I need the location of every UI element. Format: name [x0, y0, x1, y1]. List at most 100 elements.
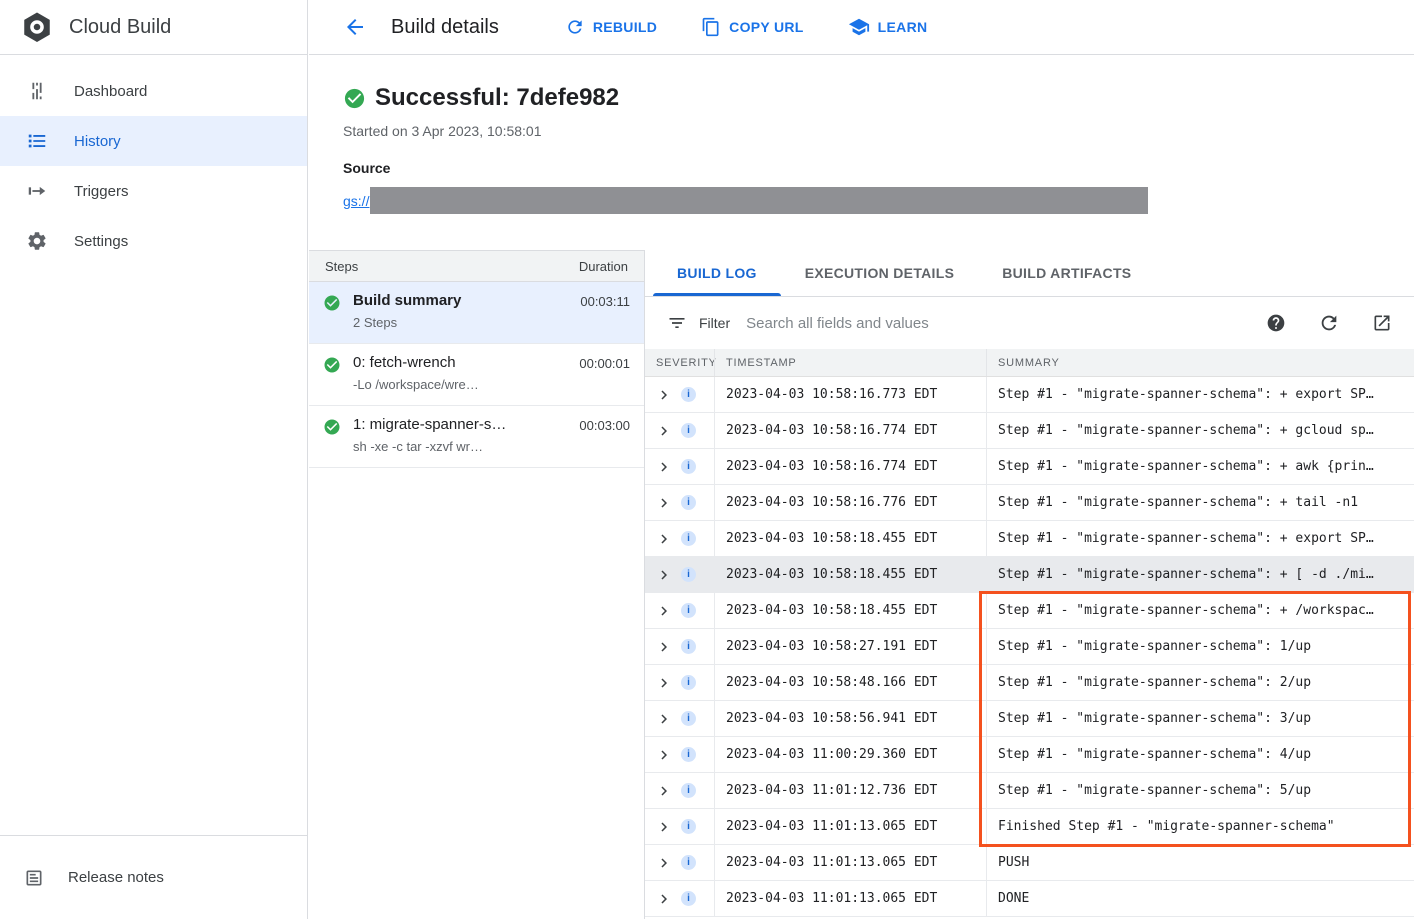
copy-url-button[interactable]: COPY URL — [701, 17, 804, 37]
info-severity-icon: i — [681, 495, 696, 510]
expand-chevron-icon[interactable] — [655, 674, 673, 692]
log-row[interactable]: i 2023-04-03 11:01:12.736 EDT Step #1 - … — [645, 773, 1414, 809]
log-timestamp: 2023-04-03 10:58:48.166 EDT — [714, 665, 986, 700]
log-row[interactable]: i 2023-04-03 11:01:13.065 EDT Finished S… — [645, 809, 1414, 845]
learn-label: LEARN — [878, 19, 928, 35]
log-summary: Step #1 - "migrate-spanner-schema": + ex… — [986, 521, 1414, 556]
open-in-new-button[interactable] — [1372, 313, 1392, 333]
log-row[interactable]: i 2023-04-03 10:58:56.941 EDT Step #1 - … — [645, 701, 1414, 737]
expand-chevron-icon[interactable] — [655, 386, 673, 404]
info-severity-icon: i — [681, 567, 696, 582]
log-timestamp: 2023-04-03 10:58:16.773 EDT — [714, 377, 986, 412]
sidebar-item-history[interactable]: History — [0, 116, 307, 166]
log-row[interactable]: i 2023-04-03 11:01:13.065 EDT PUSH — [645, 845, 1414, 881]
tab-build-log[interactable]: BUILD LOG — [653, 250, 781, 296]
sidebar-item-settings[interactable]: Settings — [0, 216, 307, 266]
page-title: Build details — [391, 16, 499, 39]
severity-column-header: SEVERITY — [645, 349, 714, 376]
expand-chevron-icon[interactable] — [655, 458, 673, 476]
expand-chevron-icon[interactable] — [655, 602, 673, 620]
log-timestamp: 2023-04-03 10:58:18.455 EDT — [714, 521, 986, 556]
expand-chevron-icon[interactable] — [655, 638, 673, 656]
log-table-header: SEVERITY TIMESTAMP SUMMARY — [645, 349, 1414, 377]
info-severity-icon: i — [681, 783, 696, 798]
log-timestamp: 2023-04-03 11:01:13.065 EDT — [714, 845, 986, 880]
step-row[interactable]: 1: migrate-spanner-s… sh -xe -c tar -xzv… — [309, 406, 644, 468]
tab-execution-details[interactable]: EXECUTION DETAILS — [781, 250, 979, 296]
step-success-check-icon — [323, 294, 341, 312]
step-row[interactable]: Build summary 2 Steps 00:03:11 — [309, 282, 644, 344]
expand-chevron-icon[interactable] — [655, 890, 673, 908]
school-icon — [848, 16, 870, 38]
log-row[interactable]: i 2023-04-03 10:58:27.191 EDT Step #1 - … — [645, 629, 1414, 665]
log-row[interactable]: i 2023-04-03 10:58:16.773 EDT Step #1 - … — [645, 377, 1414, 413]
expand-chevron-icon[interactable] — [655, 530, 673, 548]
info-severity-icon: i — [681, 747, 696, 762]
log-row[interactable]: i 2023-04-03 10:58:16.774 EDT Step #1 - … — [645, 413, 1414, 449]
expand-chevron-icon[interactable] — [655, 854, 673, 872]
tab-build-artifacts[interactable]: BUILD ARTIFACTS — [978, 250, 1155, 296]
step-duration: 00:00:01 — [579, 356, 630, 371]
log-timestamp: 2023-04-03 11:01:12.736 EDT — [714, 773, 986, 808]
log-row[interactable]: i 2023-04-03 10:58:16.774 EDT Step #1 - … — [645, 449, 1414, 485]
sidebar-item-label: Triggers — [74, 183, 128, 200]
refresh-logs-button[interactable] — [1318, 312, 1340, 334]
dashboard-icon — [26, 80, 48, 102]
log-severity-cell: i — [645, 377, 714, 412]
log-severity-cell: i — [645, 485, 714, 520]
rebuild-button[interactable]: REBUILD — [565, 17, 657, 37]
log-severity-cell: i — [645, 593, 714, 628]
log-row[interactable]: i 2023-04-03 11:00:29.360 EDT Step #1 - … — [645, 737, 1414, 773]
expand-chevron-icon[interactable] — [655, 422, 673, 440]
expand-chevron-icon[interactable] — [655, 566, 673, 584]
cloud-build-logo-icon — [20, 10, 54, 44]
sidebar-item-dashboard[interactable]: Dashboard — [0, 66, 307, 116]
log-severity-cell: i — [645, 557, 714, 592]
log-search-input[interactable] — [746, 315, 1250, 332]
log-summary: Step #1 - "migrate-spanner-schema": 2/up — [986, 665, 1414, 700]
log-summary: Step #1 - "migrate-spanner-schema": + gc… — [986, 413, 1414, 448]
build-status-title: Successful: 7defe982 — [375, 84, 619, 112]
log-timestamp: 2023-04-03 11:01:13.065 EDT — [714, 809, 986, 844]
back-arrow-button[interactable] — [343, 15, 367, 39]
step-success-check-icon — [323, 418, 341, 436]
step-row[interactable]: 0: fetch-wrench -Lo /workspace/wre… 00:0… — [309, 344, 644, 406]
log-row[interactable]: i 2023-04-03 10:58:48.166 EDT Step #1 - … — [645, 665, 1414, 701]
log-timestamp: 2023-04-03 11:00:29.360 EDT — [714, 737, 986, 772]
log-row[interactable]: i 2023-04-03 10:58:18.455 EDT Step #1 - … — [645, 557, 1414, 593]
step-subtitle: 2 Steps — [353, 315, 568, 330]
step-title: 1: migrate-spanner-s… — [353, 416, 567, 433]
copy-icon — [701, 17, 721, 37]
log-severity-cell: i — [645, 845, 714, 880]
log-row[interactable]: i 2023-04-03 10:58:16.776 EDT Step #1 - … — [645, 485, 1414, 521]
source-link[interactable]: gs:// — [343, 193, 369, 209]
build-start-time: Started on 3 Apr 2023, 10:58:01 — [343, 123, 1414, 139]
content-columns: Steps Duration Build summary 2 Steps 00:… — [309, 250, 1414, 919]
expand-chevron-icon[interactable] — [655, 494, 673, 512]
expand-chevron-icon[interactable] — [655, 710, 673, 728]
sidebar-item-label: History — [74, 133, 121, 150]
log-severity-cell: i — [645, 665, 714, 700]
expand-chevron-icon[interactable] — [655, 746, 673, 764]
release-notes-label: Release notes — [68, 869, 164, 886]
app-title: Cloud Build — [69, 16, 171, 39]
log-severity-cell: i — [645, 701, 714, 736]
learn-button[interactable]: LEARN — [848, 16, 928, 38]
log-row[interactable]: i 2023-04-03 11:01:13.065 EDT DONE — [645, 881, 1414, 917]
log-row[interactable]: i 2023-04-03 10:58:18.455 EDT Step #1 - … — [645, 593, 1414, 629]
source-redacted-value — [370, 187, 1148, 214]
triggers-arrow-icon — [26, 180, 48, 202]
filter-label: Filter — [699, 315, 730, 331]
expand-chevron-icon[interactable] — [655, 782, 673, 800]
info-severity-icon: i — [681, 855, 696, 870]
document-icon — [24, 868, 44, 888]
log-timestamp: 2023-04-03 10:58:18.455 EDT — [714, 593, 986, 628]
log-row[interactable]: i 2023-04-03 10:58:18.455 EDT Step #1 - … — [645, 521, 1414, 557]
expand-chevron-icon[interactable] — [655, 818, 673, 836]
release-notes-link[interactable]: Release notes — [0, 835, 307, 919]
help-button[interactable] — [1266, 313, 1286, 333]
info-severity-icon: i — [681, 819, 696, 834]
log-timestamp: 2023-04-03 10:58:27.191 EDT — [714, 629, 986, 664]
step-duration: 00:03:00 — [579, 418, 630, 433]
sidebar-item-triggers[interactable]: Triggers — [0, 166, 307, 216]
